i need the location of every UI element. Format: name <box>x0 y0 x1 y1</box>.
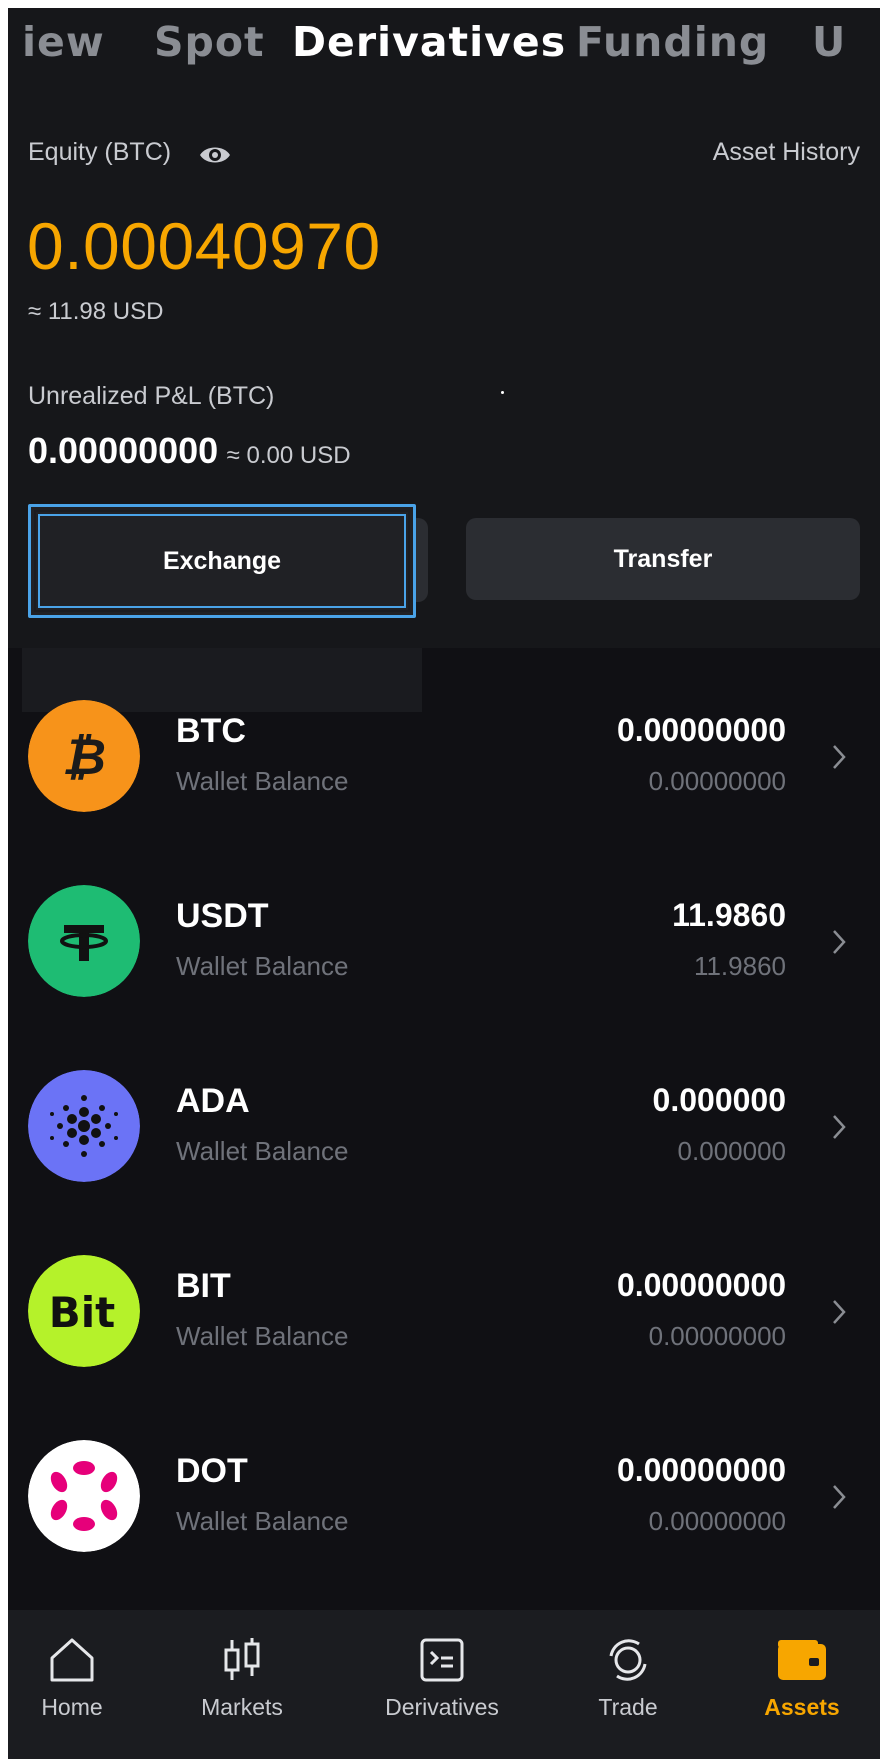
exchange-button[interactable]: Exchange <box>28 504 416 618</box>
list-item[interactable]: Bit BIT Wallet Balance 0.00000000 0.0000… <box>8 1255 880 1405</box>
usdt-icon <box>28 885 140 997</box>
nav-home-label: Home <box>41 1694 103 1720</box>
derivatives-assets-screen: iew Spot Derivatives Funding U Equity (B… <box>8 8 880 1759</box>
tab-derivatives[interactable]: Derivatives <box>292 18 566 66</box>
equity-usd-value: ≈ 11.98 USD <box>28 298 164 325</box>
nav-home[interactable]: Home <box>8 1636 142 1721</box>
nav-derivatives-label: Derivatives <box>385 1694 499 1720</box>
tab-spot[interactable]: Spot <box>154 18 265 66</box>
terminal-icon <box>420 1638 464 1682</box>
chevron-right-icon <box>833 1300 846 1324</box>
coin-sub-label: Wallet Balance <box>176 1136 349 1166</box>
nav-trade[interactable]: Trade <box>558 1636 698 1721</box>
pnl-label: Unrealized P&L (BTC) <box>28 382 275 410</box>
nav-markets[interactable]: Markets <box>172 1636 312 1721</box>
list-item[interactable]: USDT Wallet Balance 11.9860 11.9860 <box>8 885 880 1035</box>
coin-balance: 0.000000 <box>652 1082 786 1118</box>
coin-wallet-balance: 0.000000 <box>677 1136 786 1166</box>
pnl-value: 0.00000000 <box>28 430 219 471</box>
wallet-icon <box>778 1640 826 1680</box>
coin-sub-label: Wallet Balance <box>176 951 349 981</box>
pnl-usd-value: ≈ 0.00 USD <box>226 442 351 469</box>
swap-cycle-icon <box>609 1639 647 1681</box>
candlestick-icon <box>224 1638 260 1680</box>
svg-text:₿: ₿ <box>62 728 106 786</box>
asset-history-link[interactable]: Asset History <box>713 138 860 167</box>
coin-name: BTC <box>176 712 246 750</box>
coin-name: DOT <box>176 1452 248 1490</box>
nav-derivatives[interactable]: Derivatives <box>372 1636 512 1721</box>
coin-balance: 0.00000000 <box>616 1452 786 1488</box>
bottom-nav: Home Markets Derivatives Trade Assets <box>8 1610 880 1759</box>
coin-balance: 11.9860 <box>672 897 786 933</box>
ada-icon <box>28 1070 140 1182</box>
tab-unified[interactable]: U <box>812 18 846 66</box>
equity-value: 0.00040970 <box>27 209 381 283</box>
transfer-button[interactable]: Transfer <box>466 518 860 600</box>
tab-funding[interactable]: Funding <box>576 18 769 66</box>
tab-overview[interactable]: iew <box>22 18 105 66</box>
nav-trade-label: Trade <box>598 1694 658 1720</box>
list-item[interactable]: ₿ BTC Wallet Balance 0.00000000 0.000000… <box>8 700 880 850</box>
coin-sub-label: Wallet Balance <box>176 1506 349 1536</box>
coin-name: USDT <box>176 897 269 935</box>
list-item[interactable]: DOT Wallet Balance 0.00000000 0.00000000 <box>8 1440 880 1590</box>
coin-balance: 0.00000000 <box>616 712 786 748</box>
svg-text:Bit: Bit <box>49 1288 116 1337</box>
equity-label: Equity (BTC) <box>28 138 172 166</box>
chevron-right-icon <box>833 1485 846 1509</box>
bit-icon: Bit <box>28 1255 140 1367</box>
coin-sub-label: Wallet Balance <box>176 1321 349 1351</box>
list-item[interactable]: ADA Wallet Balance 0.000000 0.000000 <box>8 1070 880 1220</box>
coin-wallet-balance: 0.00000000 <box>648 766 786 796</box>
chevron-right-icon <box>833 1115 846 1139</box>
coin-wallet-balance: 0.00000000 <box>648 1506 786 1536</box>
nav-markets-label: Markets <box>201 1694 283 1720</box>
eye-icon[interactable] <box>198 143 232 167</box>
btc-icon: ₿ <box>28 700 140 812</box>
pnl-row: 0.00000000 ≈ 0.00 USD <box>28 430 351 472</box>
decorative-dot <box>501 391 504 394</box>
dot-icon <box>28 1440 140 1552</box>
coin-name: BIT <box>176 1267 231 1305</box>
coin-wallet-balance: 11.9860 <box>693 951 786 981</box>
coin-balance: 0.00000000 <box>616 1267 786 1303</box>
coin-name: ADA <box>176 1082 250 1120</box>
nav-assets-label: Assets <box>764 1694 840 1720</box>
coin-wallet-balance: 0.00000000 <box>648 1321 786 1351</box>
chevron-right-icon <box>833 745 846 769</box>
home-icon <box>50 1638 94 1682</box>
coin-sub-label: Wallet Balance <box>176 766 349 796</box>
nav-assets[interactable]: Assets <box>732 1636 872 1721</box>
chevron-right-icon <box>833 930 846 954</box>
